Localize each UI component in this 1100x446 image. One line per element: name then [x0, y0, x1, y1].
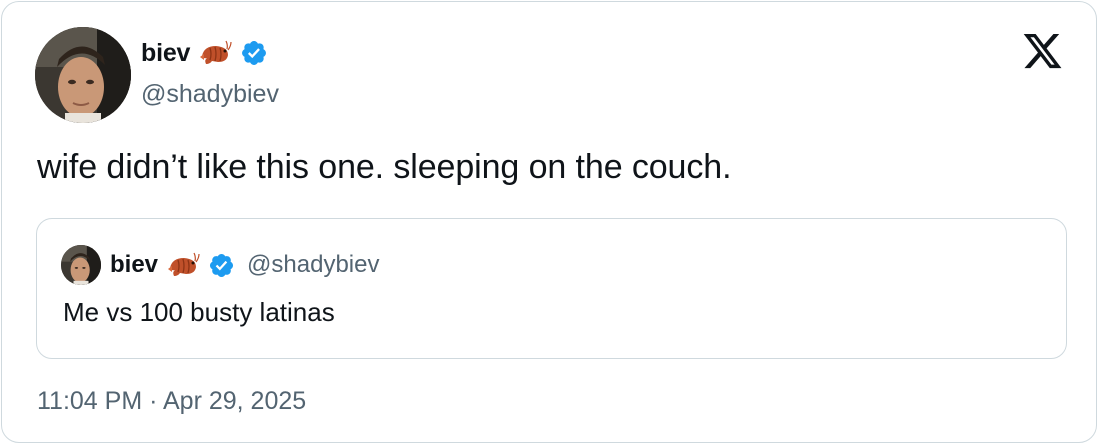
shrimp-icon	[200, 40, 232, 64]
author-avatar[interactable]	[35, 27, 131, 123]
shrimp-icon	[168, 252, 200, 276]
author-handle[interactable]: @shadybiev	[141, 80, 279, 109]
x-logo-icon[interactable]	[1020, 30, 1065, 72]
quoted-author-handle: @shadybiev	[247, 251, 380, 278]
quoted-author-avatar	[61, 245, 101, 285]
verified-badge-icon[interactable]	[240, 39, 268, 67]
author-display-name[interactable]: biev	[141, 39, 190, 68]
tweet-timestamp[interactable]: 11:04 PM · Apr 29, 2025	[37, 387, 306, 416]
quoted-author-display-name: biev	[110, 251, 159, 278]
quoted-author-row: biev @shadybiev	[110, 248, 379, 282]
author-name-row: biev	[141, 36, 268, 70]
quoted-tweet-text: Me vs 100 busty latinas	[63, 297, 335, 327]
tweet-card: biev @shadybiev wife didn’t like this on…	[1, 1, 1097, 443]
verified-badge-icon	[210, 253, 234, 277]
tweet-text: wife didn’t like this one. sleeping on t…	[37, 148, 732, 186]
quoted-tweet[interactable]: biev @shadybiev Me vs 100 busty latinas	[36, 218, 1067, 359]
